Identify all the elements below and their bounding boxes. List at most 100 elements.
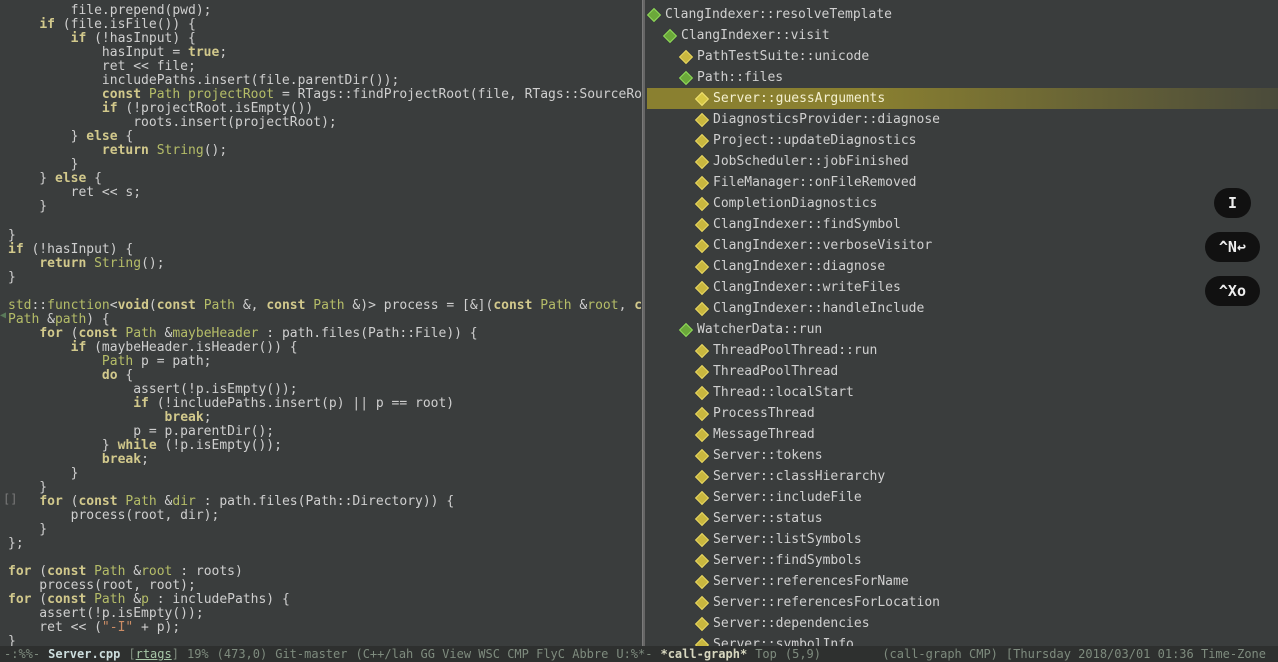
leaf-node-icon[interactable]	[695, 637, 709, 646]
call-graph-label: ClangIndexer::findSymbol	[713, 214, 901, 235]
leaf-node-icon[interactable]	[695, 196, 709, 210]
leaf-node-icon[interactable]	[695, 364, 709, 378]
call-graph-node[interactable]: ClangIndexer::diagnose	[647, 256, 1278, 277]
leaf-node-icon[interactable]	[695, 406, 709, 420]
call-graph-node[interactable]: ClangIndexer::visit	[647, 25, 1278, 46]
leaf-node-icon[interactable]	[695, 385, 709, 399]
modeline-project: rtags	[136, 647, 172, 661]
call-graph-label: Server::tokens	[713, 445, 823, 466]
call-graph-node[interactable]: Server::guessArguments	[647, 88, 1278, 109]
call-graph-label: Server::findSymbols	[713, 550, 862, 571]
leaf-node-icon[interactable]	[695, 133, 709, 147]
call-graph-label: WatcherData::run	[697, 319, 822, 340]
leaf-node-icon[interactable]	[695, 574, 709, 588]
call-graph-label: Server::dependencies	[713, 613, 870, 634]
call-graph-node[interactable]: Server::dependencies	[647, 613, 1278, 634]
mode-line: -:%%- Server.cpp [rtags] 19% (473,0) Git…	[0, 646, 1278, 662]
call-graph-node[interactable]: MessageThread	[647, 424, 1278, 445]
call-graph-node[interactable]: Server::symbolInfo	[647, 634, 1278, 646]
leaf-node-icon[interactable]	[695, 238, 709, 252]
call-graph-label: ClangIndexer::handleInclude	[713, 298, 924, 319]
call-graph-node[interactable]: ThreadPoolThread	[647, 361, 1278, 382]
call-graph-node[interactable]: Server::referencesForName	[647, 571, 1278, 592]
call-graph-label: MessageThread	[713, 424, 815, 445]
expand-node-icon[interactable]	[663, 28, 677, 42]
modeline-modes: (C++/lah GG View WSC CMP FlyC Abbre	[355, 647, 608, 661]
call-graph-node[interactable]: Server::classHierarchy	[647, 466, 1278, 487]
leaf-node-icon[interactable]	[695, 280, 709, 294]
modeline-filename: Server.cpp	[48, 647, 120, 661]
call-graph-label: Server::referencesForName	[713, 571, 909, 592]
call-graph-node[interactable]: ClangIndexer::verboseVisitor	[647, 235, 1278, 256]
leaf-node-icon[interactable]	[695, 469, 709, 483]
call-graph-label: ClangIndexer::diagnose	[713, 256, 885, 277]
leaf-node-icon[interactable]	[679, 49, 693, 63]
call-graph-label: Server::status	[713, 508, 823, 529]
call-graph-pane[interactable]: ClangIndexer::resolveTemplateClangIndexe…	[645, 0, 1278, 646]
modeline-date: [Thursday 2018/03/01 01:36 Time-Zone	[1006, 647, 1266, 661]
keycast-bubble: ^Xo	[1205, 276, 1260, 306]
fringe-collapse-icon: ◀	[0, 310, 8, 320]
call-graph-node[interactable]: Thread::localStart	[647, 382, 1278, 403]
leaf-node-icon[interactable]	[695, 112, 709, 126]
call-graph-node[interactable]: Server::status	[647, 508, 1278, 529]
call-graph-node[interactable]: ClangIndexer::writeFiles	[647, 277, 1278, 298]
call-graph-label: ThreadPoolThread::run	[713, 340, 877, 361]
expand-node-icon[interactable]	[679, 322, 693, 336]
modeline-state: -:%%-	[4, 647, 40, 661]
call-graph-node[interactable]: DiagnosticsProvider::diagnose	[647, 109, 1278, 130]
call-graph-tree[interactable]: ClangIndexer::resolveTemplateClangIndexe…	[645, 4, 1278, 646]
leaf-node-icon[interactable]	[695, 343, 709, 357]
call-graph-node[interactable]: WatcherData::run	[647, 319, 1278, 340]
call-graph-node[interactable]: PathTestSuite::unicode	[647, 46, 1278, 67]
keycast-bubble: I	[1214, 188, 1251, 218]
leaf-node-icon[interactable]	[695, 217, 709, 231]
call-graph-node[interactable]: ClangIndexer::handleInclude	[647, 298, 1278, 319]
modeline-percent: 19%	[187, 647, 209, 661]
call-graph-node[interactable]: CompletionDiagnostics	[647, 193, 1278, 214]
leaf-node-icon[interactable]	[695, 427, 709, 441]
call-graph-node[interactable]: FileManager::onFileRemoved	[647, 172, 1278, 193]
leaf-node-icon[interactable]	[695, 301, 709, 315]
call-graph-node[interactable]: Server::listSymbols	[647, 529, 1278, 550]
leaf-node-icon[interactable]	[695, 448, 709, 462]
call-graph-node[interactable]: Server::includeFile	[647, 487, 1278, 508]
modeline-rightmodes: (call-graph CMP)	[882, 647, 998, 661]
call-graph-node[interactable]: Server::tokens	[647, 445, 1278, 466]
call-graph-node[interactable]: ClangIndexer::findSymbol	[647, 214, 1278, 235]
call-graph-label: DiagnosticsProvider::diagnose	[713, 109, 940, 130]
call-graph-node[interactable]: JobScheduler::jobFinished	[647, 151, 1278, 172]
call-graph-node[interactable]: Server::findSymbols	[647, 550, 1278, 571]
leaf-node-icon[interactable]	[695, 154, 709, 168]
expand-node-icon[interactable]	[679, 70, 693, 84]
leaf-node-icon[interactable]	[695, 532, 709, 546]
leaf-node-icon[interactable]	[695, 175, 709, 189]
call-graph-node[interactable]: ThreadPoolThread::run	[647, 340, 1278, 361]
leaf-node-icon[interactable]	[695, 616, 709, 630]
modeline-vc: Git-master	[275, 647, 347, 661]
leaf-node-icon[interactable]	[695, 553, 709, 567]
call-graph-node[interactable]: Path::files	[647, 67, 1278, 88]
call-graph-label: FileManager::onFileRemoved	[713, 172, 917, 193]
call-graph-node[interactable]: ClangIndexer::resolveTemplate	[647, 4, 1278, 25]
call-graph-label: ThreadPoolThread	[713, 361, 838, 382]
call-graph-label: ProcessThread	[713, 403, 815, 424]
call-graph-node[interactable]: Project::updateDiagnostics	[647, 130, 1278, 151]
call-graph-label: ClangIndexer::resolveTemplate	[665, 4, 892, 25]
source-editor[interactable]: ◀ [] file.prepend(pwd); if (file.isFile(…	[0, 0, 642, 646]
keycast-overlay: I ^N↩ ^Xo	[1205, 188, 1260, 306]
call-graph-label: ClangIndexer::writeFiles	[713, 277, 901, 298]
modeline-ustate: U:%*-	[616, 647, 652, 661]
modeline-top: Top	[755, 647, 777, 661]
leaf-node-icon[interactable]	[695, 91, 709, 105]
call-graph-label: Server::classHierarchy	[713, 466, 885, 487]
leaf-node-icon[interactable]	[695, 490, 709, 504]
call-graph-node[interactable]: ProcessThread	[647, 403, 1278, 424]
call-graph-node[interactable]: Server::referencesForLocation	[647, 592, 1278, 613]
expand-node-icon[interactable]	[647, 7, 661, 21]
leaf-node-icon[interactable]	[695, 259, 709, 273]
code-content[interactable]: file.prepend(pwd); if (file.isFile()) { …	[8, 4, 642, 646]
leaf-node-icon[interactable]	[695, 511, 709, 525]
leaf-node-icon[interactable]	[695, 595, 709, 609]
call-graph-label: PathTestSuite::unicode	[697, 46, 869, 67]
